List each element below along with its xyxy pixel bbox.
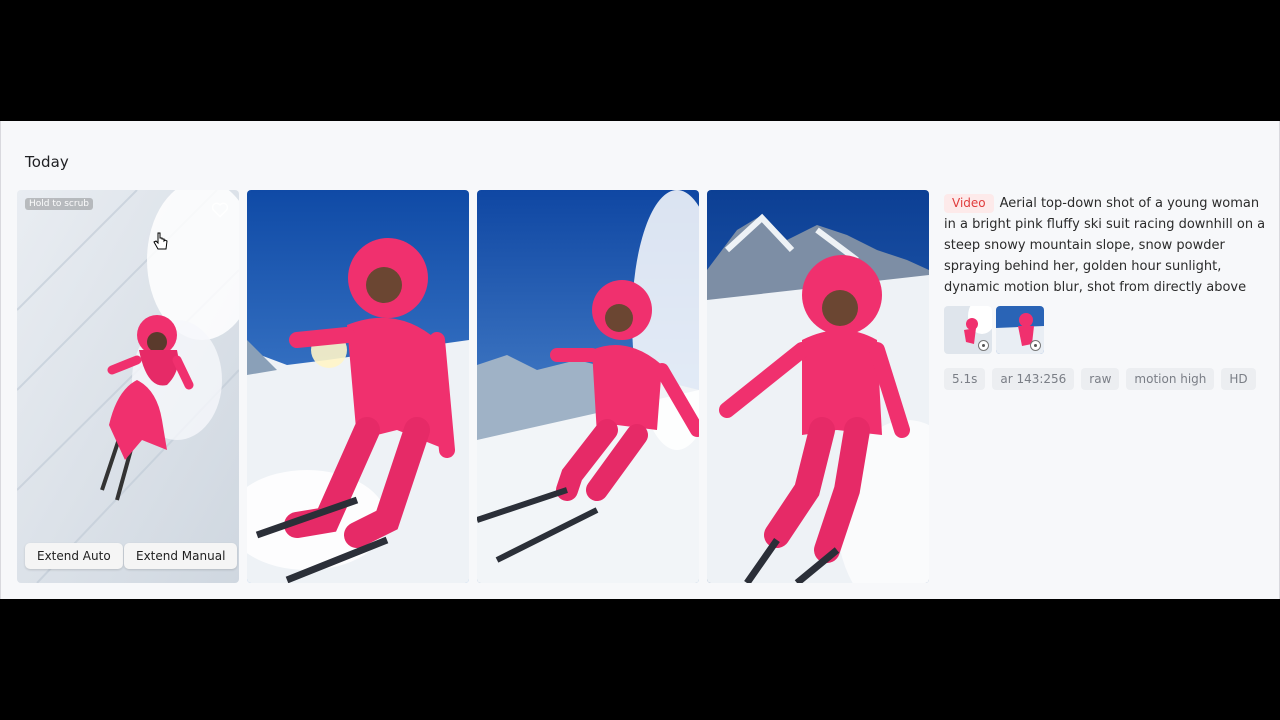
video-card-4[interactable] [707, 190, 929, 583]
reference-image-2[interactable] [996, 306, 1044, 354]
reference-images [944, 306, 1269, 354]
video-frame-4 [707, 190, 929, 583]
heart-icon[interactable] [211, 202, 229, 218]
video-frame-3 [477, 190, 699, 583]
video-card-2[interactable] [247, 190, 469, 583]
generation-details: Video Aerial top-down shot of a young wom… [944, 193, 1269, 390]
video-card-1[interactable]: Hold to scrub Extend Auto Extend Manual [17, 190, 239, 583]
pointer-hand-icon [153, 232, 169, 252]
video-frame-1 [17, 190, 239, 583]
video-card-3[interactable] [477, 190, 699, 583]
play-icon [1030, 340, 1041, 351]
type-badge: Video [944, 194, 994, 213]
tag-quality: HD [1221, 368, 1256, 390]
prompt-text: Video Aerial top-down shot of a young wom… [944, 193, 1269, 298]
extend-manual-button[interactable]: Extend Manual [124, 543, 238, 569]
video-frame-2 [247, 190, 469, 583]
tag-style: raw [1081, 368, 1120, 390]
extend-auto-button[interactable]: Extend Auto [25, 543, 123, 569]
tag-list: 5.1s ar 143:256 raw motion high HD [944, 368, 1269, 390]
section-title: Today [25, 153, 69, 171]
reference-image-1[interactable] [944, 306, 992, 354]
scrub-hint: Hold to scrub [25, 198, 93, 210]
tag-motion: motion high [1126, 368, 1215, 390]
play-icon [978, 340, 989, 351]
tag-duration: 5.1s [944, 368, 986, 390]
results-panel: Today Hold to scrub Extend Auto Extend M… [0, 121, 1280, 599]
tag-aspect-ratio: ar 143:256 [992, 368, 1075, 390]
